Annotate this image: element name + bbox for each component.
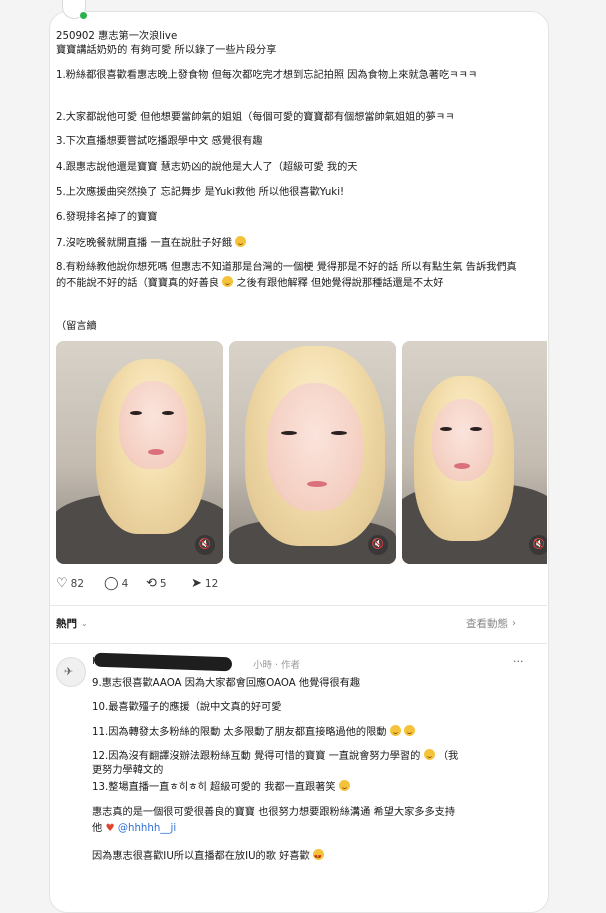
- heart-icon: ♥: [105, 823, 115, 834]
- share-button[interactable]: ➤ 12: [191, 576, 218, 591]
- comment-closing-cont: 他: [92, 823, 103, 834]
- comment-line-9: 9.惠志很喜歡AAOA 因為大家都會回應OAOA 他覺得很有趣: [92, 678, 361, 689]
- comment-iu-line: 因為惠志很喜歡IU所以直播都在放IU的歌 好喜歡: [92, 851, 310, 862]
- comment-line-12: 12.因為沒有翻譯沒辦法跟粉絲互動 覺得可惜的寶寶 一直說會努力學習的: [92, 751, 421, 762]
- comment-count: 4: [121, 577, 129, 590]
- mute-icon[interactable]: 🔇: [529, 535, 547, 555]
- video-thumbnail-1[interactable]: 🔇: [56, 341, 223, 564]
- pleading-emoji-icon: [423, 749, 435, 760]
- comment-line-10: 10.最喜歡殭子的應援（說中文真的好可愛: [92, 702, 282, 713]
- comment-bubble-icon: ◯: [104, 576, 119, 591]
- sort-dropdown[interactable]: 熱門 ⌄: [56, 616, 88, 631]
- like-button[interactable]: ♡ 82: [56, 576, 84, 591]
- comment-author-avatar[interactable]: ✈: [56, 657, 86, 687]
- heart-icon: ♡: [56, 576, 68, 591]
- video-thumbnail-3[interactable]: 🔇: [402, 341, 547, 564]
- section-divider: [49, 605, 547, 606]
- comment-line-12-tail: （我: [437, 751, 459, 762]
- view-activity-label: 查看動態: [466, 618, 508, 630]
- comment-line-13-row: 13.整場直播一直ㅎ히ㅎ히 超級可愛的 我都一直跟著笑: [92, 780, 350, 796]
- comment-closing: 惠志真的是一個很可愛很善良的寶寶 也很努力想要跟粉絲溝通 希望大家多多支持: [92, 807, 456, 818]
- section-divider: [49, 643, 547, 644]
- post-item-8-followup: 之後有跟他解釋 但她覺得說那種話還是不太好: [236, 277, 444, 289]
- mute-icon[interactable]: 🔇: [368, 535, 388, 555]
- send-icon: ➤: [191, 576, 202, 591]
- more-options-icon[interactable]: ···: [513, 655, 524, 668]
- like-count: 82: [70, 577, 85, 590]
- heart-eyes-emoji-icon: [312, 849, 324, 865]
- post-item-7-row: 7.沒吃晚餐就開直播 一直在說肚子好餓: [56, 236, 247, 251]
- comment-line-11-row: 11.因為轉發太多粉絲的限動 太多限動了朋友都直接略過他的限動: [92, 725, 415, 741]
- repost-icon: ⟲: [146, 576, 157, 591]
- post-continued-note: （留言續: [56, 321, 97, 332]
- repost-count: 5: [159, 577, 167, 590]
- laughing-emoji-icon: [404, 725, 415, 736]
- post-item-6: 6.發現排名掉了的寶寶: [56, 212, 158, 223]
- post-item-4: 4.跟惠志說他還是寶寶 慧志奶凶的說他是大人了（超級可愛 我的天: [56, 162, 358, 173]
- share-count: 12: [204, 577, 219, 590]
- post-item-3: 3.下次直播想要嘗試吃播跟學中文 感覺很有趣: [56, 136, 263, 147]
- plane-icon: ✈: [64, 665, 74, 678]
- comment-line-12-row: 12.因為沒有翻譯沒辦法跟粉絲互動 覺得可惜的寶寶 一直說會努力學習的 （我: [92, 749, 458, 765]
- mute-icon[interactable]: 🔇: [195, 535, 215, 555]
- view-activity-link[interactable]: 查看動態 ›: [466, 616, 516, 631]
- comment-line-12-cont: 更努力學韓文的: [92, 765, 164, 776]
- sort-label: 熱門: [56, 618, 77, 630]
- laughing-emoji-icon: [235, 236, 247, 247]
- mention-link[interactable]: @hhhhh__ji: [118, 823, 176, 834]
- chevron-right-icon: ›: [512, 618, 516, 629]
- post-item-7: 7.沒吃晚餐就開直播 一直在說肚子好餓: [56, 238, 232, 249]
- comment-time-role: 小時 · 作者: [253, 660, 301, 671]
- online-status-indicator: [79, 11, 88, 20]
- video-thumbnail-2[interactable]: 🔇: [229, 341, 396, 564]
- post-item-8-block: 8.有粉絲教他說你想死嗎 但惠志不知道那是台灣的一個梗 覺得那是不好的話 所以有…: [56, 261, 524, 291]
- post-title-line: 250902 惠志第一次浪live: [56, 31, 178, 42]
- comment-line-11: 11.因為轉發太多粉絲的限動 太多限動了朋友都直接略過他的限動: [92, 727, 387, 738]
- comment-closing-row: 他 ♥ @hhhhh__ji: [92, 822, 176, 837]
- comment-iu-row: 因為惠志很喜歡IU所以直播都在放IU的歌 好喜歡: [92, 849, 324, 865]
- post-item-2: 2.大家都說他可愛 但他想要當帥氣的姐姐（每個可愛的寶寶都有個想當帥氣姐姐的夢ㅋ…: [56, 112, 455, 123]
- smiling-emoji-icon: [222, 275, 234, 287]
- post-item-1: 1.粉絲都很喜歡看惠志晚上發食物 但每次都吃完才想到忘記拍照 因為食物上來就急著…: [56, 70, 478, 81]
- chevron-down-icon: ⌄: [81, 619, 88, 628]
- repost-button[interactable]: ⟲ 5: [146, 576, 167, 591]
- comment-button[interactable]: ◯ 4: [104, 576, 128, 591]
- laughing-emoji-icon: [389, 725, 401, 736]
- comment-line-13: 13.整場直播一直ㅎ히ㅎ히 超級可愛的 我都一直跟著笑: [92, 782, 336, 793]
- laughing-emoji-icon: [338, 780, 350, 791]
- post-intro: 寶寶講話奶奶的 有夠可愛 所以錄了一些片段分享: [56, 45, 277, 56]
- post-item-5: 5.上次應援曲突然換了 忘記舞步 是Yuki救他 所以他很喜歡Yuki!: [56, 187, 345, 198]
